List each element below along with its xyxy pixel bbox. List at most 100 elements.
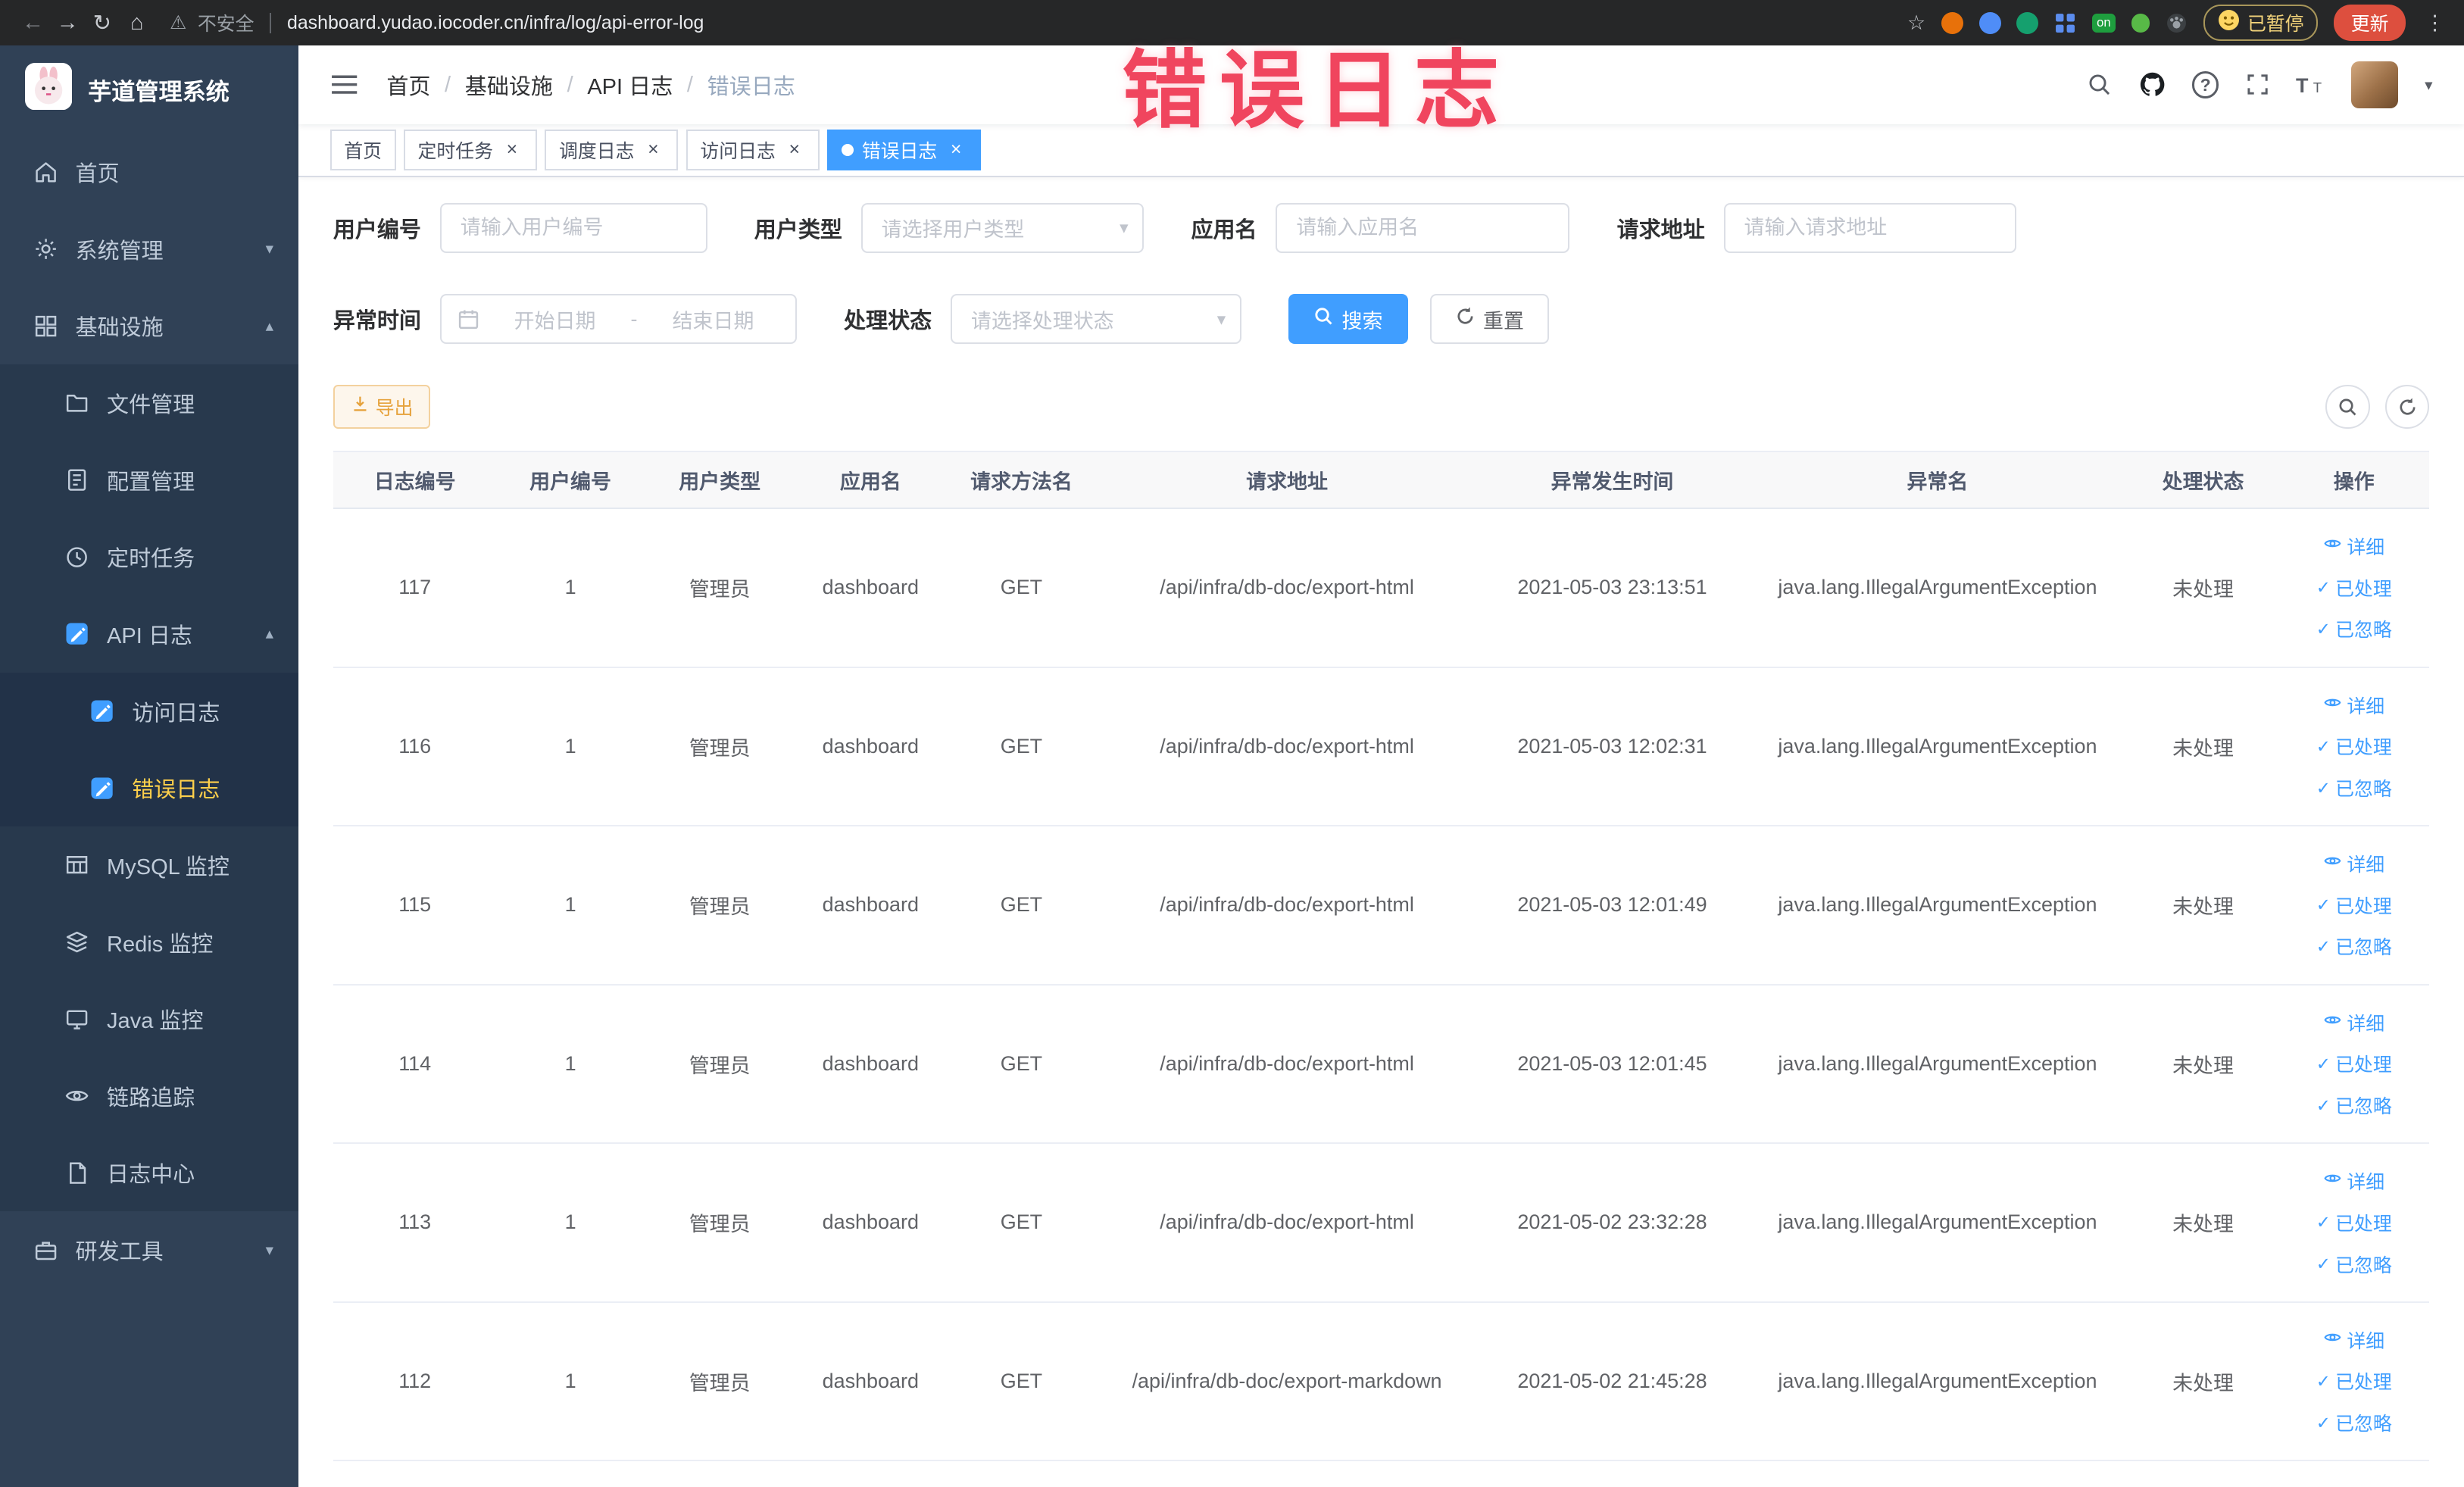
sidebar-item-job[interactable]: 定时任务	[0, 518, 299, 596]
user-type-select[interactable]: 请选择用户类型 ▾	[860, 202, 1145, 253]
extension-on-badge[interactable]: on	[2091, 13, 2116, 33]
cell-user-id: 1	[496, 984, 645, 1145]
browser-menu-icon[interactable]: ⋮	[2422, 11, 2448, 35]
font-size-icon[interactable]: TT	[2296, 73, 2324, 95]
action-ignored-link[interactable]: ✓ 已忽略	[2316, 1409, 2392, 1436]
app-name-input[interactable]	[1276, 202, 1570, 253]
action-detail-link[interactable]: 详细	[2323, 692, 2384, 719]
toggle-search-button[interactable]	[2325, 385, 2370, 430]
sidebar-item-java[interactable]: Java 监控	[0, 980, 299, 1058]
extension-icon[interactable]	[1978, 11, 2001, 34]
table-row: 116 1 管理员 dashboard GET/api/infra/db-doc/exp…	[333, 667, 2430, 827]
extension-icon[interactable]	[1941, 11, 1963, 34]
action-processed-link[interactable]: ✓ 已处理	[2316, 1209, 2392, 1236]
sidebar-item-home[interactable]: 首页	[0, 133, 299, 211]
sidebar-item-access-log[interactable]: 访问日志	[0, 672, 299, 750]
sidebar-item-file[interactable]: 文件管理	[0, 364, 299, 442]
paused-badge[interactable]: 已暂停	[2203, 4, 2319, 42]
smiley-icon	[2218, 9, 2240, 36]
search-icon	[2338, 397, 2358, 417]
user-id-input[interactable]	[439, 202, 707, 253]
back-icon[interactable]: ←	[16, 11, 51, 36]
cell-exception-name: java.lang.IllegalArgumentException	[1747, 1301, 2128, 1462]
user-type-placeholder: 请选择用户类型	[881, 218, 1025, 242]
request-url-input[interactable]	[1723, 202, 2016, 253]
sidebar-item-api-log[interactable]: API 日志 ▴	[0, 595, 299, 673]
extension-icon[interactable]	[2054, 12, 2076, 34]
update-button[interactable]: 更新	[2333, 4, 2406, 42]
github-icon[interactable]	[2139, 71, 2166, 98]
tab-access-log[interactable]: 访问日志 ×	[685, 130, 820, 171]
extension-icon[interactable]	[2016, 11, 2039, 34]
warning-icon: ⚠	[170, 12, 187, 34]
action-detail-link[interactable]: 详细	[2323, 1167, 2384, 1195]
breadcrumb-item[interactable]: 首页	[386, 69, 430, 101]
browser-home-icon[interactable]: ⌂	[120, 11, 155, 36]
search-button[interactable]: 搜索	[1288, 293, 1408, 345]
request-url-label: 请求地址	[1616, 217, 1705, 242]
sidebar-item-dev-tools[interactable]: 研发工具 ▾	[0, 1211, 299, 1289]
check-icon: ✓	[2316, 577, 2331, 598]
extension-icon[interactable]	[2166, 12, 2188, 34]
action-processed-link[interactable]: ✓ 已处理	[2316, 733, 2392, 760]
tab-job-log[interactable]: 调度日志 ×	[545, 130, 679, 171]
page-content: 用户编号 用户类型 请选择用户类型 ▾ 应用名	[298, 177, 2464, 1486]
cell-log-id: 116	[333, 667, 497, 827]
cell-actions: 详细 ✓ 已处理 ✓ 已忽略	[2278, 508, 2430, 668]
sidebar-item-trace[interactable]: 链路追踪	[0, 1057, 299, 1135]
tab-error-log[interactable]: 错误日志 ×	[827, 130, 982, 171]
avatar[interactable]	[2350, 61, 2398, 109]
action-ignored-link[interactable]: ✓ 已忽略	[2316, 615, 2392, 642]
process-status-select[interactable]: 请选择处理状态 ▾	[951, 293, 1241, 345]
sidebar-item-label: 首页	[75, 162, 120, 187]
action-ignored-link[interactable]: ✓ 已忽略	[2316, 1092, 2392, 1119]
action-processed-link[interactable]: ✓ 已处理	[2316, 574, 2392, 601]
bookmark-star-icon[interactable]: ☆	[1907, 11, 1925, 35]
sidebar-item-mysql[interactable]: MySQL 监控	[0, 826, 299, 904]
breadcrumb-item[interactable]: API 日志	[587, 69, 673, 101]
sidebar-item-config[interactable]: 配置管理	[0, 441, 299, 519]
exception-time-range-picker[interactable]: 开始日期 - 结束日期	[439, 293, 797, 345]
tab-cron-job[interactable]: 定时任务 ×	[403, 130, 538, 171]
action-ignored-link[interactable]: ✓ 已忽略	[2316, 1251, 2392, 1278]
export-button[interactable]: 导出	[333, 385, 431, 430]
refresh-button[interactable]	[2385, 385, 2430, 430]
sidebar-item-label: 配置管理	[107, 470, 195, 495]
cell-time: 2021-05-02 23:32:28	[1477, 1143, 1747, 1303]
fullscreen-icon[interactable]	[2246, 73, 2269, 96]
sidebar-item-system[interactable]: 系统管理 ▾	[0, 210, 299, 288]
app-logo[interactable]: 芋道管理系统	[0, 45, 298, 133]
sidebar-item-infra[interactable]: 基础设施 ▴	[0, 287, 299, 365]
action-processed-link[interactable]: ✓ 已处理	[2316, 1367, 2392, 1395]
chevron-down-icon: ▾	[1216, 308, 1226, 329]
breadcrumb: 首页 / 基础设施 / API 日志 / 错误日志	[386, 69, 795, 101]
column-header: 用户编号	[496, 451, 645, 509]
java-icon	[63, 1005, 91, 1033]
action-detail-link[interactable]: 详细	[2323, 1326, 2384, 1354]
sidebar-item-log-center[interactable]: 日志中心	[0, 1134, 299, 1212]
action-processed-link[interactable]: ✓ 已处理	[2316, 1050, 2392, 1077]
reload-icon[interactable]: ↻	[85, 10, 120, 36]
address-bar[interactable]: ⚠ 不安全 dashboard.yudao.iocoder.cn/infra/l…	[170, 9, 1888, 36]
search-icon[interactable]	[2087, 72, 2112, 97]
hamburger-icon[interactable]	[330, 72, 358, 97]
close-icon[interactable]: ×	[501, 139, 523, 161]
action-detail-link[interactable]: 详细	[2323, 1009, 2384, 1036]
close-icon[interactable]: ×	[783, 139, 805, 161]
tab-home[interactable]: 首页	[329, 130, 396, 171]
forward-icon[interactable]: →	[50, 11, 85, 36]
action-detail-link[interactable]: 详细	[2323, 850, 2384, 877]
close-icon[interactable]: ×	[945, 139, 967, 161]
breadcrumb-item[interactable]: 基础设施	[465, 69, 553, 101]
sidebar-item-error-log[interactable]: 错误日志	[0, 749, 299, 827]
help-icon[interactable]: ?	[2192, 71, 2219, 98]
action-ignored-link[interactable]: ✓ 已忽略	[2316, 932, 2392, 960]
action-ignored-link[interactable]: ✓ 已忽略	[2316, 774, 2392, 801]
extension-icon[interactable]	[2131, 13, 2150, 33]
sidebar-item-redis[interactable]: Redis 监控	[0, 903, 299, 981]
close-icon[interactable]: ×	[642, 139, 664, 161]
action-detail-link[interactable]: 详细	[2323, 533, 2384, 560]
chevron-down-icon[interactable]: ▾	[2425, 76, 2432, 95]
action-processed-link[interactable]: ✓ 已处理	[2316, 892, 2392, 919]
reset-button[interactable]: 重置	[1429, 293, 1550, 345]
